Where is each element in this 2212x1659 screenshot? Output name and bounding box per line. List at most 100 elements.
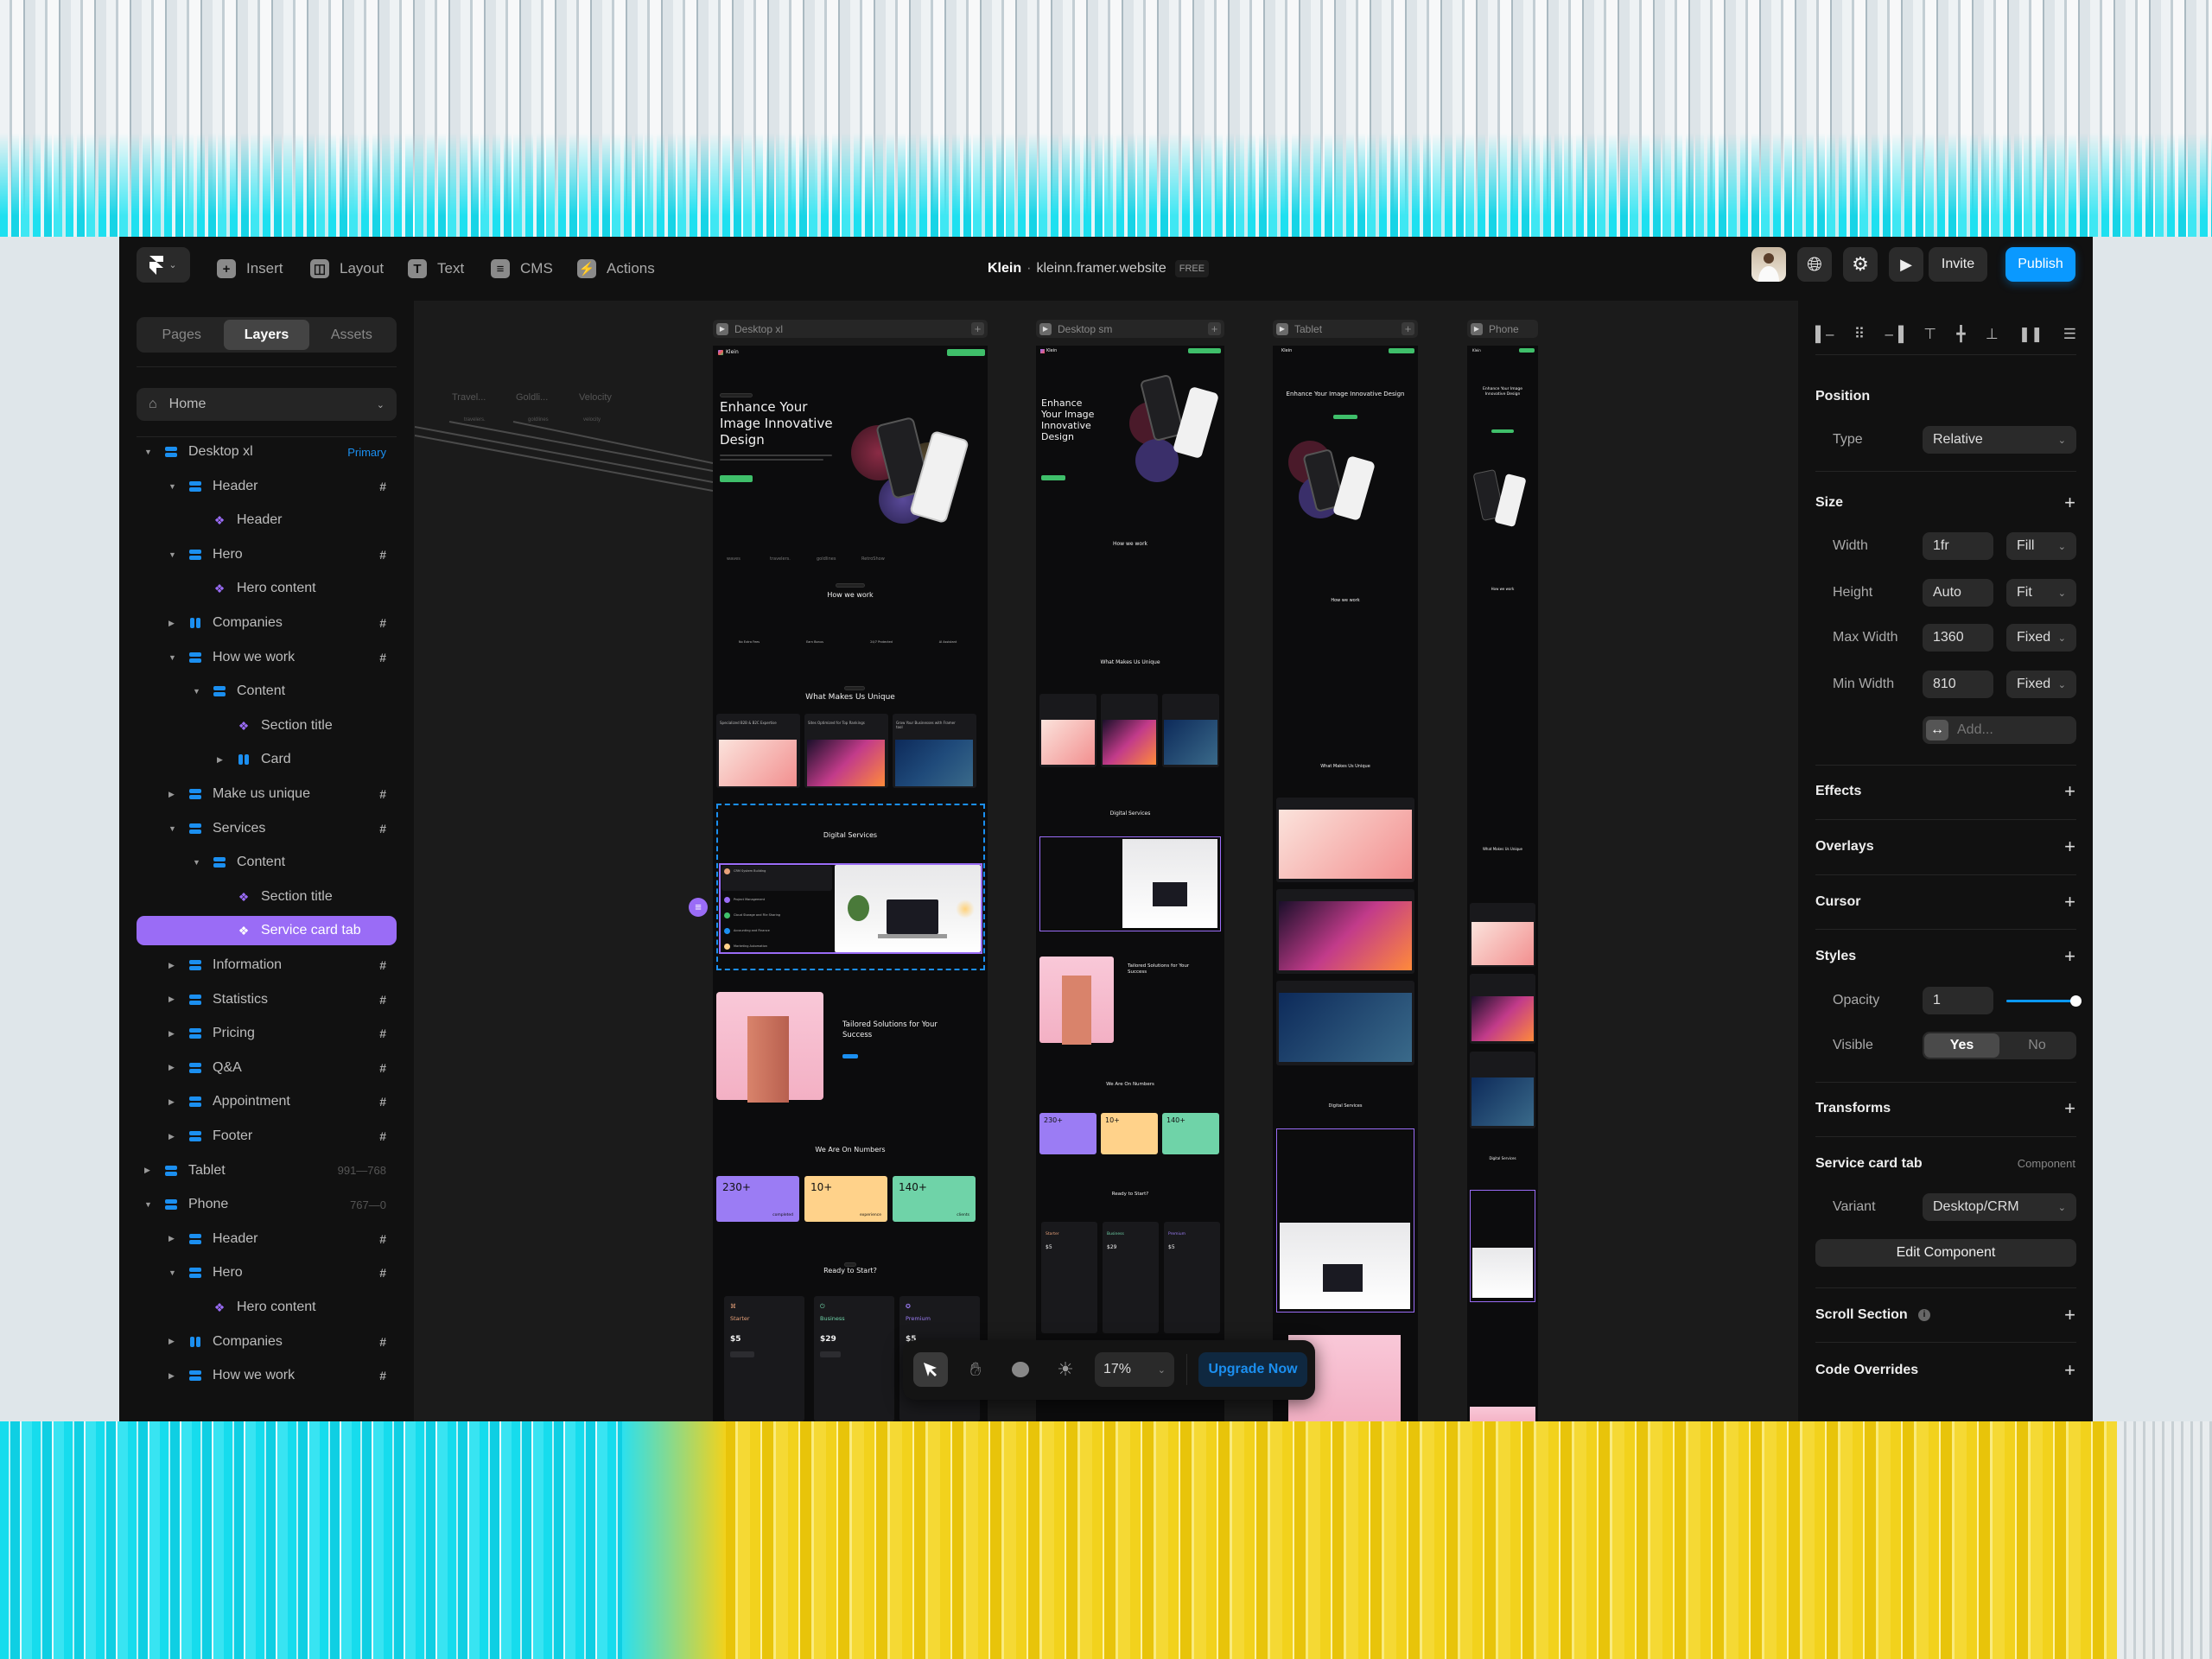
- layer-row[interactable]: ▶ Companies #: [137, 608, 397, 638]
- layer-row[interactable]: ❖ Hero content: [137, 1293, 397, 1322]
- page-select[interactable]: ⌂ Home ⌄: [137, 388, 397, 421]
- opacity-slider-thumb[interactable]: [2070, 995, 2082, 1007]
- layer-row[interactable]: ▼ Services #: [137, 814, 397, 843]
- caret-right-icon[interactable]: ▶: [168, 1029, 175, 1039]
- frame-desktop-sm[interactable]: Klein Enhance Your Image Innovative Desi…: [1036, 346, 1224, 1421]
- code-overrides-add-icon[interactable]: +: [2064, 1361, 2075, 1380]
- info-icon[interactable]: i: [1918, 1309, 1930, 1321]
- styles-add-icon[interactable]: +: [2064, 947, 2075, 966]
- caret-right-icon[interactable]: ▶: [168, 1371, 175, 1381]
- layer-row[interactable]: ▼ Phone 767—0: [137, 1190, 397, 1219]
- frame-label-desktop-sm[interactable]: ▶ Desktop sm +: [1036, 320, 1224, 338]
- caret-down-icon[interactable]: ▼: [144, 448, 152, 456]
- size-add-icon[interactable]: +: [2064, 493, 2075, 512]
- caret-down-icon[interactable]: ▼: [168, 550, 176, 559]
- align-bottom-icon[interactable]: ⊥: [1986, 326, 1999, 345]
- opacity-input[interactable]: 1: [1923, 987, 1993, 1014]
- layer-row[interactable]: ▼ Hero #: [137, 1258, 397, 1287]
- min-width-input[interactable]: 810: [1923, 671, 1993, 698]
- caret-down-icon[interactable]: ▼: [193, 687, 200, 696]
- actions-menu[interactable]: ⚡ Actions: [577, 237, 655, 301]
- distribute-h-icon[interactable]: ❚❚: [2018, 326, 2044, 345]
- stack-handle[interactable]: ≡: [689, 898, 708, 917]
- layer-row[interactable]: ▶ Companies #: [137, 1327, 397, 1357]
- preview-button[interactable]: ▶: [1889, 247, 1923, 282]
- tab-pages[interactable]: Pages: [139, 320, 224, 350]
- frame-label-desktop-xl[interactable]: ▶ Desktop xl +: [713, 320, 988, 338]
- height-mode-select[interactable]: Fit ⌄: [2006, 579, 2076, 607]
- align-center-v-icon[interactable]: ╋: [1956, 326, 1965, 345]
- caret-right-icon[interactable]: ▶: [168, 1132, 175, 1141]
- frame-phone[interactable]: Klein Enhance Your Image Innovative Desi…: [1467, 346, 1538, 1421]
- layer-row[interactable]: ▶ Make us unique #: [137, 779, 397, 809]
- cms-menu[interactable]: ≡ CMS: [491, 237, 553, 301]
- layer-row[interactable]: ❖ Header: [137, 505, 397, 535]
- min-width-mode-select[interactable]: Fixed ⌄: [2006, 671, 2076, 698]
- project-title[interactable]: Klein · kleinn.framer.website FREE: [988, 237, 1210, 301]
- frame-label-tablet[interactable]: ▶ Tablet +: [1273, 320, 1418, 338]
- add-breakpoint-icon[interactable]: +: [1208, 322, 1221, 335]
- settings-button[interactable]: ⚙: [1843, 247, 1878, 282]
- caret-right-icon[interactable]: ▶: [168, 995, 175, 1004]
- caret-down-icon[interactable]: ▼: [168, 482, 176, 491]
- caret-right-icon[interactable]: ▶: [144, 1166, 150, 1175]
- frame-desktop-xl[interactable]: Klein Enhance Your Image Innovative Desi…: [713, 346, 988, 1421]
- zoom-select[interactable]: 17% ⌄: [1095, 1352, 1174, 1387]
- tab-layers[interactable]: Layers: [224, 320, 309, 350]
- pointer-tool[interactable]: [913, 1352, 948, 1387]
- globe-button[interactable]: 🌐︎: [1797, 247, 1832, 282]
- text-menu[interactable]: T Text: [408, 237, 464, 301]
- caret-right-icon[interactable]: ▶: [168, 1337, 175, 1346]
- visible-no[interactable]: No: [1999, 1033, 2075, 1058]
- layer-row[interactable]: ▶ Tablet 991—768: [137, 1156, 397, 1185]
- frame-tablet[interactable]: Klein Enhance Your Image Innovative Desi…: [1273, 346, 1418, 1421]
- visible-yes[interactable]: Yes: [1924, 1033, 1999, 1058]
- caret-right-icon[interactable]: ▶: [168, 1063, 175, 1072]
- layer-row[interactable]: ▼ Desktop xl Primary: [137, 437, 397, 467]
- theme-toggle[interactable]: ☀︎: [1048, 1352, 1083, 1387]
- invite-button[interactable]: Invite: [1929, 247, 1987, 282]
- align-top-icon[interactable]: ⊤: [1923, 326, 1936, 345]
- framer-menu-button[interactable]: ⌄: [137, 247, 190, 283]
- caret-right-icon[interactable]: ▶: [168, 619, 175, 628]
- caret-right-icon[interactable]: ▶: [217, 755, 223, 765]
- layer-row[interactable]: ▶ Footer #: [137, 1122, 397, 1151]
- caret-down-icon[interactable]: ▼: [144, 1200, 152, 1209]
- max-width-input[interactable]: 1360: [1923, 624, 1993, 652]
- layout-menu[interactable]: ◫ Layout: [310, 237, 384, 301]
- caret-right-icon[interactable]: ▶: [168, 961, 175, 970]
- layer-row[interactable]: ❖ Service card tab: [137, 916, 397, 946]
- layer-row[interactable]: ▼ Content: [137, 677, 397, 706]
- publish-button[interactable]: Publish: [2005, 247, 2075, 282]
- distribute-v-icon[interactable]: ☰: [2063, 326, 2076, 345]
- frame-label-phone[interactable]: ▶ Phone: [1467, 320, 1538, 338]
- layer-row[interactable]: ▼ Content: [137, 848, 397, 877]
- caret-down-icon[interactable]: ▼: [193, 858, 200, 867]
- transforms-add-icon[interactable]: +: [2064, 1099, 2075, 1118]
- insert-menu[interactable]: + Insert: [217, 237, 283, 301]
- layer-row[interactable]: ▶ Pricing #: [137, 1019, 397, 1048]
- canvas[interactable]: Travel... Goldli... Velocity travelers. …: [415, 301, 1797, 1421]
- layer-row[interactable]: ▼ Hero #: [137, 540, 397, 569]
- layer-row[interactable]: ▶ Information #: [137, 950, 397, 980]
- max-width-mode-select[interactable]: Fixed ⌄: [2006, 624, 2076, 652]
- variant-select[interactable]: Desktop/CRM ⌄: [1923, 1193, 2076, 1221]
- caret-right-icon[interactable]: ▶: [168, 1097, 175, 1107]
- cursor-add-icon[interactable]: +: [2064, 893, 2075, 912]
- align-right-icon[interactable]: –▐: [1885, 326, 1904, 345]
- caret-right-icon[interactable]: ▶: [168, 1234, 175, 1243]
- layer-row[interactable]: ▶ How we work #: [137, 1361, 397, 1390]
- scroll-section-add-icon[interactable]: +: [2064, 1306, 2075, 1325]
- add-size-constraint[interactable]: ↔ Add...: [1923, 716, 2076, 744]
- layer-row[interactable]: ▶ Statistics #: [137, 985, 397, 1014]
- caret-right-icon[interactable]: ▶: [168, 790, 175, 799]
- opacity-slider[interactable]: [2006, 995, 2082, 1007]
- overlays-add-icon[interactable]: +: [2064, 837, 2075, 856]
- caret-down-icon[interactable]: ▼: [168, 824, 176, 833]
- comment-tool[interactable]: [1003, 1352, 1038, 1387]
- align-left-icon[interactable]: ▌–: [1815, 326, 1834, 345]
- hand-tool[interactable]: ✋︎: [958, 1352, 993, 1387]
- layer-row[interactable]: ▶ Appointment #: [137, 1087, 397, 1116]
- width-input[interactable]: 1fr: [1923, 532, 1993, 560]
- layer-row[interactable]: ▶ Header #: [137, 1224, 397, 1254]
